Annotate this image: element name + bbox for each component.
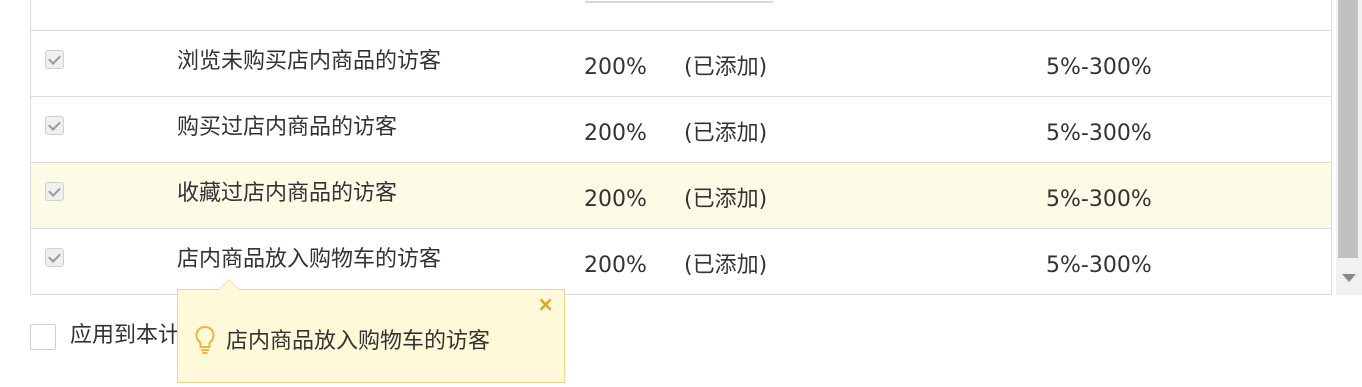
audience-table: 浏览未购买店内商品的访客 200% (已添加) 5%-300% 购买过店内商品的… — [30, 0, 1332, 295]
premium-range: 5%-300% — [1046, 55, 1152, 80]
added-status: (已添加) — [684, 187, 768, 212]
added-status: (已添加) — [684, 253, 768, 278]
added-status: (已添加) — [684, 121, 768, 146]
tooltip-text: 店内商品放入购物车的访客 — [226, 329, 491, 354]
table-row: 收藏过店内商品的访客 200% (已添加) 5%-300% — [31, 162, 1331, 228]
scrollbar-thumb[interactable] — [1338, 0, 1358, 258]
lightbulb-icon — [195, 325, 215, 354]
premium-percent: 200% — [584, 253, 647, 278]
premium-range: 5%-300% — [1046, 187, 1152, 212]
close-icon[interactable]: × — [537, 294, 554, 314]
apply-checkbox[interactable] — [30, 324, 56, 350]
audience-name: 店内商品放入购物车的访客 — [177, 247, 442, 272]
audience-name: 收藏过店内商品的访客 — [177, 181, 398, 206]
scroll-down-arrow-icon[interactable] — [1342, 274, 1356, 282]
vertical-scrollbar[interactable] — [1336, 0, 1362, 295]
header-input-stub — [585, 0, 773, 3]
audience-name: 购买过店内商品的访客 — [177, 115, 398, 140]
premium-range: 5%-300% — [1046, 253, 1152, 278]
row-checkbox[interactable] — [45, 50, 64, 69]
row-checkbox[interactable] — [45, 182, 64, 201]
tooltip-popup: × 店内商品放入购物车的访客 — [177, 279, 565, 383]
added-status: (已添加) — [684, 55, 768, 80]
row-checkbox[interactable] — [45, 116, 64, 135]
apply-label: 应用到本计 — [70, 323, 181, 348]
premium-percent: 200% — [584, 121, 647, 146]
table-row: 购买过店内商品的访客 200% (已添加) 5%-300% — [31, 96, 1331, 162]
row-checkbox[interactable] — [45, 248, 64, 267]
table-row: 浏览未购买店内商品的访客 200% (已添加) 5%-300% — [31, 30, 1331, 96]
premium-percent: 200% — [584, 55, 647, 80]
audience-name: 浏览未购买店内商品的访客 — [177, 49, 442, 74]
premium-percent: 200% — [584, 187, 647, 212]
premium-range: 5%-300% — [1046, 121, 1152, 146]
tooltip-arrow — [218, 279, 240, 290]
